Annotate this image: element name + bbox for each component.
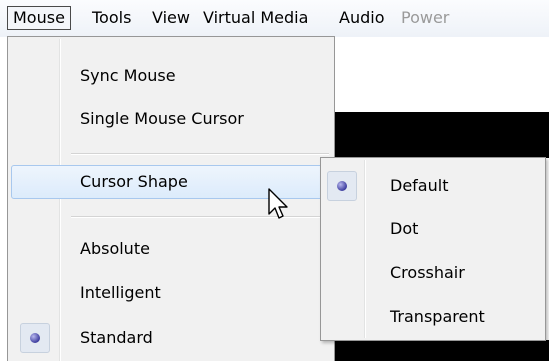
menu-item-label: Single Mouse Cursor [80, 109, 244, 128]
submenu-item-default[interactable]: Default [323, 166, 543, 206]
submenu-item-crosshair[interactable]: Crosshair [323, 253, 543, 293]
menu-item-label: Standard [80, 328, 153, 347]
submenu-item-dot[interactable]: Dot [323, 209, 543, 249]
submenu-item-transparent[interactable]: Transparent [323, 297, 543, 337]
menu-mouse[interactable]: Mouse [7, 6, 71, 30]
menu-bar: Mouse Tools View Virtual Media Audio Pow… [0, 0, 549, 37]
menu-item-single-mouse-cursor[interactable]: Single Mouse Cursor [11, 102, 331, 136]
radio-dot-icon [30, 333, 40, 343]
menu-separator [71, 153, 329, 155]
menu-item-label: Intelligent [80, 283, 161, 302]
radio-dot-icon [337, 181, 347, 191]
remote-screen-area-bottom [335, 340, 549, 361]
menu-audio[interactable]: Audio [334, 6, 389, 30]
menu-power: Power [401, 8, 450, 27]
menu-item-standard[interactable]: Standard [11, 321, 331, 355]
mouse-pointer-icon [268, 188, 288, 219]
menu-item-intelligent[interactable]: Intelligent [11, 276, 331, 310]
menu-virtual-media[interactable]: Virtual Media [198, 6, 313, 30]
submenu-item-label: Transparent [390, 307, 485, 326]
menu-item-absolute[interactable]: Absolute [11, 232, 331, 266]
cursor-shape-submenu: Default Dot Crosshair Transparent [320, 157, 546, 341]
menu-item-label: Sync Mouse [80, 66, 176, 85]
radio-check-background [20, 323, 50, 353]
menu-item-sync-mouse[interactable]: Sync Mouse [11, 59, 331, 93]
submenu-item-label: Dot [390, 219, 419, 238]
remote-screen-area [335, 112, 549, 158]
menu-item-label: Absolute [80, 239, 150, 258]
radio-check-background [327, 171, 357, 201]
submenu-item-label: Crosshair [390, 263, 465, 282]
menu-tools[interactable]: Tools [87, 6, 136, 30]
menu-item-label: Cursor Shape [80, 172, 188, 191]
menu-view[interactable]: View [147, 6, 195, 30]
submenu-item-label: Default [390, 176, 449, 195]
